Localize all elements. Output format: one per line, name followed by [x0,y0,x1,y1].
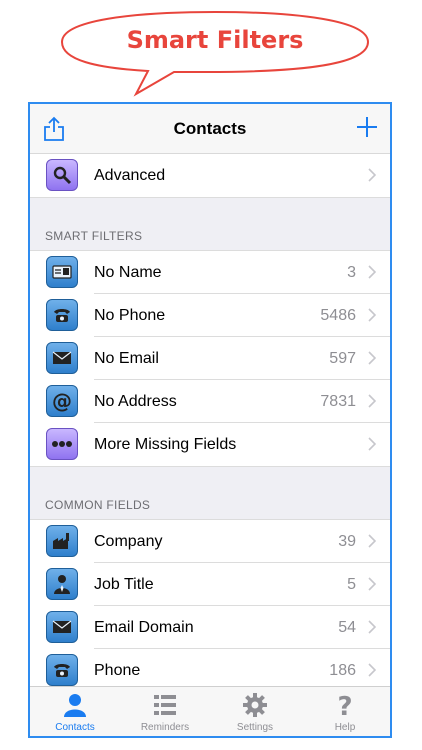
field-count: 5 [347,576,356,593]
filter-label: No Address [94,393,177,410]
chevron-right-icon [368,620,376,634]
question-mark-icon: ? [337,692,352,718]
chevron-right-icon [368,308,376,322]
filter-count: 5486 [320,307,356,324]
filter-label: More Missing Fields [94,436,237,453]
field-count: 54 [338,619,356,636]
filter-row-no-phone[interactable]: No Phone 5486 [30,294,390,337]
tab-settings[interactable]: Settings [210,687,300,736]
navigation-bar: Contacts [30,104,390,154]
list-icon [154,695,176,715]
chevron-right-icon [368,265,376,279]
id-card-icon [46,256,78,288]
field-count: 39 [338,533,356,550]
phone-icon [46,299,78,331]
tab-reminders[interactable]: Reminders [120,687,210,736]
magnifier-icon [46,159,78,191]
tab-label: Reminders [140,722,190,733]
chevron-right-icon [368,577,376,591]
advanced-row[interactable]: Advanced [30,154,390,197]
svg-text:?: ? [337,692,352,718]
filter-label: No Phone [94,307,166,324]
gear-icon [243,693,267,717]
phone-icon [46,654,78,686]
banner-title: Smart Filters [126,26,304,54]
filter-row-more-missing[interactable]: More Missing Fields [30,423,390,466]
promo-banner: Smart Filters [56,8,374,100]
envelope-icon [46,342,78,374]
tab-label: Settings [236,722,274,733]
tab-label: Contacts [55,722,95,733]
filter-label: No Name [94,264,162,281]
factory-icon [46,525,78,557]
chevron-right-icon [368,394,376,408]
filter-row-no-address[interactable]: @ No Address 7831 [30,380,390,423]
section-header-label: SMART FILTERS [45,229,143,243]
chevron-right-icon [368,351,376,365]
field-label: Job Title [94,576,154,593]
field-row-company[interactable]: Company 39 [30,520,390,563]
filter-label: No Email [94,350,159,367]
filter-count: 3 [347,264,356,281]
speech-bubble-shape [60,10,370,97]
add-icon[interactable] [356,116,378,138]
tab-bar: Contacts Reminders Settings ? Help [30,686,390,736]
filter-count: 7831 [320,393,356,410]
chevron-right-icon [368,437,376,451]
envelope-icon [46,611,78,643]
tab-label: Help [334,722,356,733]
ellipsis-icon [46,428,78,460]
filter-list: Advanced SMART FILTERS No Name 3 No Phon… [30,154,390,692]
field-label: Email Domain [94,619,194,636]
person-tie-icon [46,568,78,600]
chevron-right-icon [368,168,376,182]
section-header-label: COMMON FIELDS [45,498,151,512]
field-row-email-domain[interactable]: Email Domain 54 [30,606,390,649]
field-label: Company [94,533,163,550]
chevron-right-icon [368,534,376,548]
tab-contacts[interactable]: Contacts [30,687,120,736]
filter-row-no-email[interactable]: No Email 597 [30,337,390,380]
person-icon [64,694,86,717]
filter-row-no-name[interactable]: No Name 3 [30,251,390,294]
page-title: Contacts [173,119,247,138]
tab-help[interactable]: ? Help [300,687,390,736]
chevron-right-icon [368,663,376,677]
smart-filters-section-header: SMART FILTERS [30,197,390,251]
at-sign-icon: @ [46,385,78,417]
filter-count: 597 [329,350,356,367]
phone-screen: Contacts Advanced SMART FILTERS No Name … [28,102,392,738]
common-fields-section-header: COMMON FIELDS [30,466,390,520]
field-row-job-title[interactable]: Job Title 5 [30,563,390,606]
advanced-label: Advanced [94,167,166,184]
